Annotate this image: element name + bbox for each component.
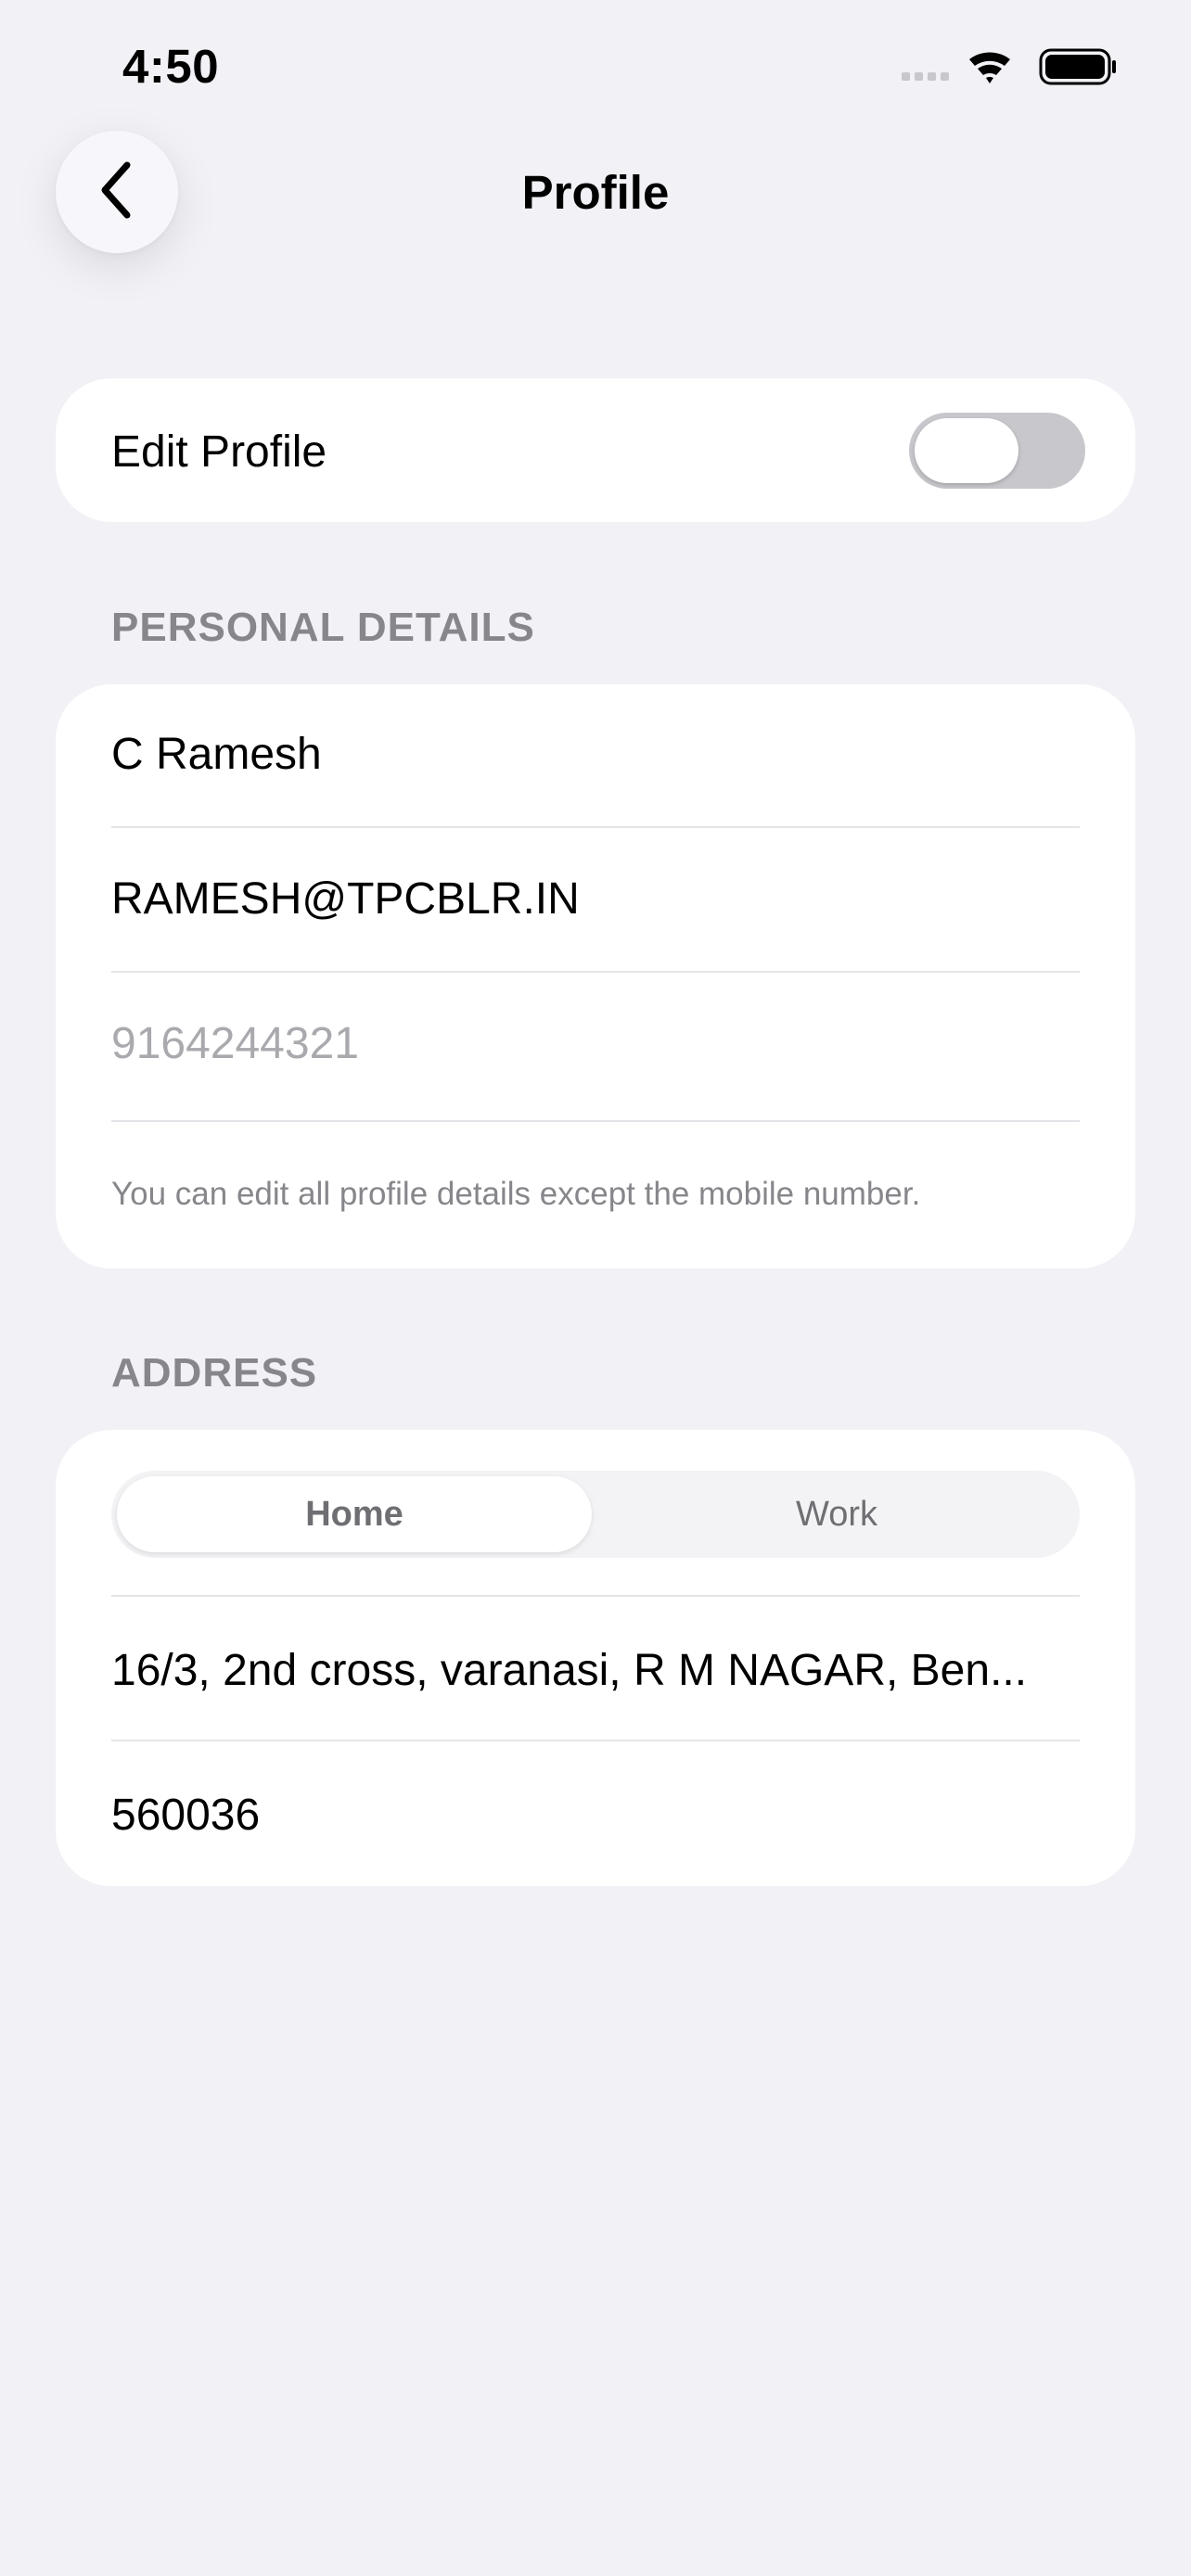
address-header: ADDRESS: [111, 1350, 318, 1396]
personal-details-card: C Ramesh RAMESH@TPCBLR.IN 9164244321 You…: [56, 684, 1135, 1269]
signal-icon: [902, 72, 949, 81]
divider: [111, 1595, 1080, 1597]
status-time: 4:50: [122, 40, 220, 93]
edit-profile-toggle[interactable]: [909, 413, 1085, 489]
divider: [111, 971, 1080, 973]
address-type-segmented-control: Home Work: [111, 1471, 1080, 1558]
email-field[interactable]: RAMESH@TPCBLR.IN: [111, 874, 580, 925]
personal-details-header: PERSONAL DETAILS: [111, 605, 535, 650]
pincode-field[interactable]: 560036: [111, 1790, 260, 1841]
divider: [111, 1120, 1080, 1122]
tab-home[interactable]: Home: [117, 1476, 592, 1552]
divider: [111, 826, 1080, 828]
address-card: Home Work 16/3, 2nd cross, varanasi, R M…: [56, 1430, 1135, 1886]
mobile-edit-hint: You can edit all profile details except …: [111, 1176, 921, 1212]
edit-profile-card: Edit Profile: [56, 378, 1135, 522]
tab-work[interactable]: Work: [599, 1476, 1074, 1552]
mobile-field: 9164244321: [111, 1019, 359, 1068]
page-title: Profile: [521, 166, 670, 219]
street-address-field[interactable]: 16/3, 2nd cross, varanasi, R M NAGAR, Be…: [111, 1645, 1027, 1696]
status-icons: [900, 46, 1118, 87]
toggle-knob: [915, 418, 1018, 483]
divider: [111, 1740, 1080, 1741]
name-field[interactable]: C Ramesh: [111, 729, 322, 780]
wifi-icon: [969, 52, 1010, 83]
battery-icon: [1039, 48, 1116, 85]
edit-profile-label: Edit Profile: [111, 427, 327, 477]
